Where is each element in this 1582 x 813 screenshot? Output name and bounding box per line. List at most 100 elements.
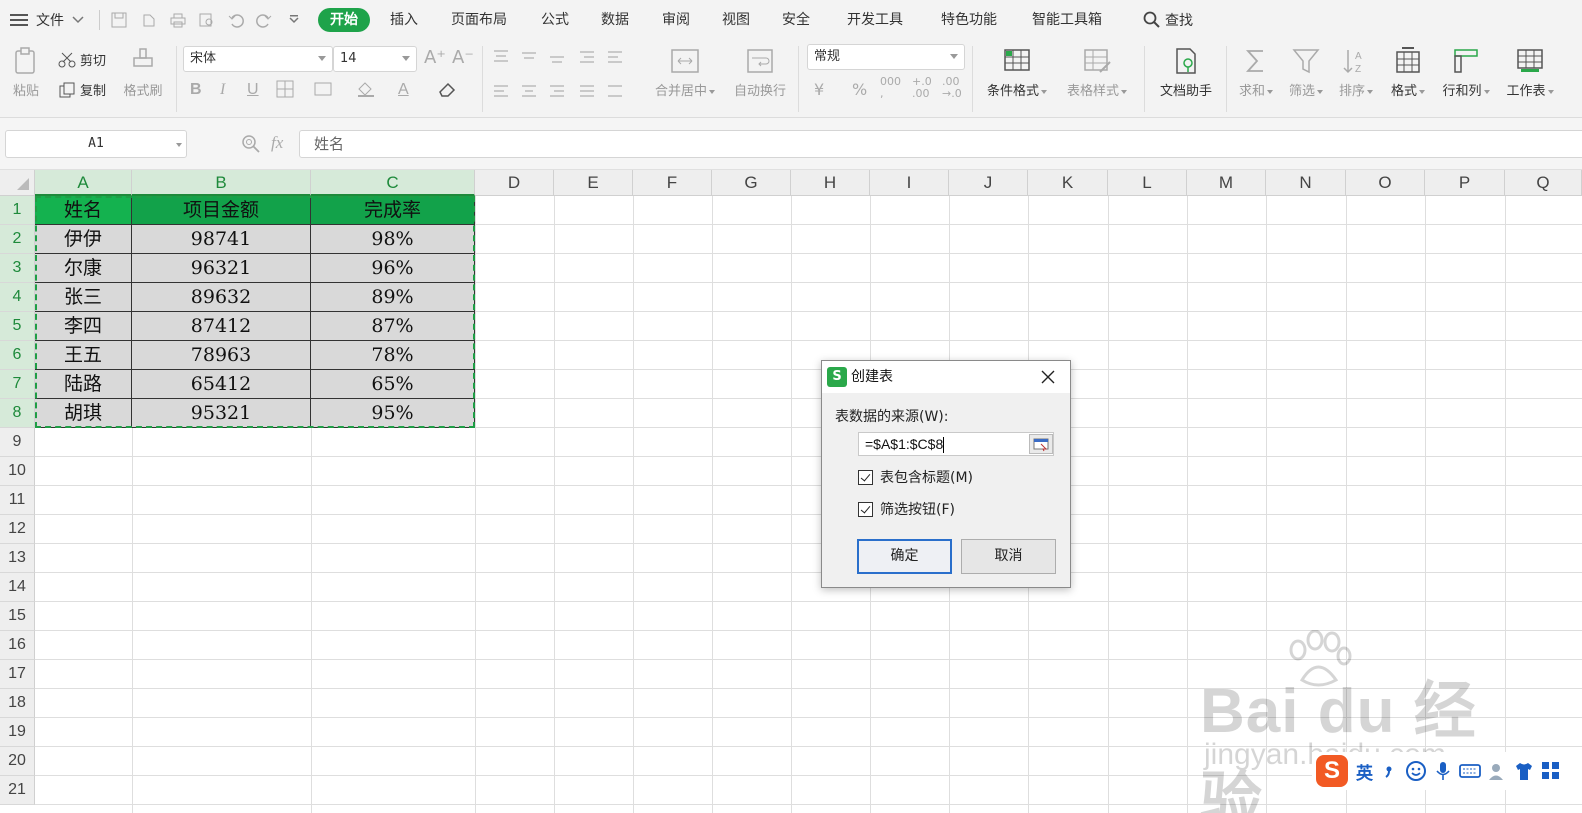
column-header[interactable]: F	[633, 170, 712, 196]
tab-smart-toolbox[interactable]: 智能工具箱	[1032, 0, 1102, 40]
percent-icon[interactable]: %	[852, 80, 867, 100]
print-preview-icon[interactable]	[199, 12, 215, 28]
table-cell[interactable]: 98%	[311, 225, 475, 254]
punctuation-icon[interactable]	[1378, 760, 1400, 782]
customize-toolbar-icon[interactable]	[286, 12, 302, 28]
table-cell[interactable]: 65%	[311, 370, 475, 399]
bold-icon[interactable]: B	[190, 80, 202, 100]
range-picker-button[interactable]	[1029, 434, 1053, 454]
table-cell[interactable]: 98741	[132, 225, 311, 254]
column-header[interactable]: K	[1028, 170, 1108, 196]
tab-security[interactable]: 安全	[782, 0, 810, 40]
format-painter-button[interactable]: 格式刷	[118, 46, 168, 99]
tab-special-features[interactable]: 特色功能	[941, 0, 997, 40]
row-header[interactable]: 1	[0, 196, 35, 225]
table-cell[interactable]: 陆路	[35, 370, 132, 399]
column-header[interactable]: O	[1346, 170, 1425, 196]
row-header[interactable]: 10	[0, 457, 35, 486]
column-header[interactable]: H	[791, 170, 870, 196]
format-button[interactable]: 格式	[1386, 46, 1430, 99]
close-icon[interactable]	[1038, 367, 1058, 387]
table-cell[interactable]: 78%	[311, 341, 475, 370]
increase-decimal-icon[interactable]: +.0.00	[912, 76, 932, 100]
ok-button[interactable]: 确定	[857, 539, 952, 574]
table-cell[interactable]: 95%	[311, 399, 475, 428]
tab-formulas[interactable]: 公式	[541, 0, 569, 40]
toolbox-grid-icon[interactable]	[1540, 760, 1562, 782]
font-color-icon[interactable]: A	[398, 80, 409, 100]
conditional-format-button[interactable]: 条件格式	[982, 46, 1052, 99]
column-header[interactable]: B	[132, 170, 311, 196]
row-header[interactable]: 20	[0, 747, 35, 776]
number-format-select[interactable]: 常规	[807, 44, 965, 70]
table-style-button[interactable]: 表格样式	[1062, 46, 1132, 99]
italic-icon[interactable]: I	[220, 80, 225, 100]
table-cell[interactable]: 78963	[132, 341, 311, 370]
undo-icon[interactable]	[228, 12, 244, 28]
column-header[interactable]: C	[311, 170, 475, 196]
row-col-button[interactable]: 行和列	[1438, 46, 1494, 99]
table-cell[interactable]: 胡琪	[35, 399, 132, 428]
paste-button[interactable]: 粘贴	[6, 46, 46, 99]
table-cell[interactable]: 95321	[132, 399, 311, 428]
microphone-icon[interactable]	[1432, 760, 1454, 782]
thousands-icon[interactable]: 000,	[880, 76, 901, 100]
search-button[interactable]: 查找	[1138, 0, 1198, 40]
file-menu[interactable]: 文件	[10, 0, 90, 40]
filter-button-checkbox[interactable]: 筛选按钮(F)	[858, 499, 955, 519]
table-cell[interactable]: 87%	[311, 312, 475, 341]
table-cell[interactable]: 李四	[35, 312, 132, 341]
table-cell[interactable]: 87412	[132, 312, 311, 341]
column-header[interactable]: I	[870, 170, 949, 196]
tab-data[interactable]: 数据	[601, 0, 629, 40]
row-header[interactable]: 9	[0, 428, 35, 457]
eraser-icon[interactable]	[438, 80, 458, 98]
row-header[interactable]: 5	[0, 312, 35, 341]
underline-icon[interactable]: U	[247, 80, 259, 100]
table-cell[interactable]: 89%	[311, 283, 475, 312]
column-header[interactable]: G	[712, 170, 791, 196]
table-cell[interactable]: 张三	[35, 283, 132, 312]
emoji-icon[interactable]	[1405, 760, 1427, 782]
table-cell[interactable]: 王五	[35, 341, 132, 370]
row-header[interactable]: 17	[0, 660, 35, 689]
chevron-down-icon[interactable]	[176, 143, 182, 147]
fill-color-icon[interactable]	[356, 80, 376, 98]
has-header-checkbox[interactable]: 表包含标题(M)	[858, 467, 973, 487]
row-header[interactable]: 18	[0, 689, 35, 718]
formula-input[interactable]: 姓名	[299, 130, 1582, 158]
skin-shirt-icon[interactable]	[1513, 760, 1535, 782]
table-cell[interactable]: 96%	[311, 254, 475, 283]
name-box[interactable]: A1	[5, 130, 187, 158]
table-cell[interactable]: 伊伊	[35, 225, 132, 254]
row-header[interactable]: 19	[0, 718, 35, 747]
copy-button[interactable]: 复制	[58, 80, 106, 99]
print-icon[interactable]	[170, 12, 186, 28]
source-range-input[interactable]: =$A$1:$C$8	[858, 432, 1054, 456]
zoom-formula-icon[interactable]	[241, 134, 261, 154]
merge-center-button[interactable]: 合并居中	[650, 46, 720, 99]
table-header-cell[interactable]: 姓名	[35, 196, 132, 225]
row-header[interactable]: 2	[0, 225, 35, 254]
table-cell[interactable]: 96321	[132, 254, 311, 283]
font-size-select[interactable]: 14	[333, 46, 417, 72]
row-header[interactable]: 4	[0, 283, 35, 312]
row-header[interactable]: 12	[0, 515, 35, 544]
row-header[interactable]: 3	[0, 254, 35, 283]
column-header[interactable]: N	[1266, 170, 1346, 196]
export-pdf-icon[interactable]	[141, 12, 157, 28]
row-header[interactable]: 7	[0, 370, 35, 399]
redo-icon[interactable]	[256, 12, 272, 28]
filter-button[interactable]: 筛选	[1286, 46, 1326, 99]
table-cell[interactable]: 65412	[132, 370, 311, 399]
row-header[interactable]: 8	[0, 399, 35, 428]
row-header[interactable]: 6	[0, 341, 35, 370]
decrease-decimal-icon[interactable]: .00 →.0	[942, 76, 962, 100]
decrease-font-icon[interactable]: A⁻	[452, 48, 474, 68]
keyboard-icon[interactable]	[1459, 760, 1481, 782]
sort-button[interactable]: AZ 排序	[1336, 46, 1376, 99]
borders-icon[interactable]	[276, 80, 294, 98]
save-icon[interactable]	[111, 12, 127, 28]
doc-assistant-button[interactable]: 文档助手	[1154, 46, 1218, 99]
ime-language-toggle[interactable]: 英	[1356, 759, 1373, 784]
